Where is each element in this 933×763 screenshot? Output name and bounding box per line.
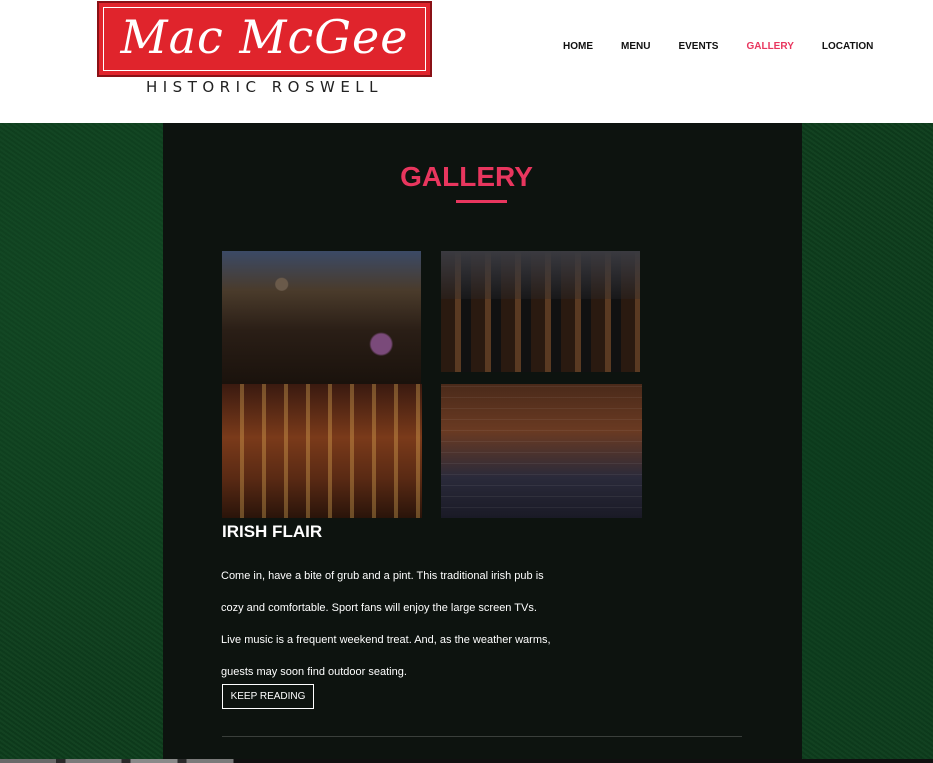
article-line: Come in, have a bite of grub and a pint.… [221, 570, 544, 582]
section-divider [222, 736, 742, 737]
article-body: Come in, have a bite of grub and a pint.… [221, 560, 581, 688]
dining-hall-photo[interactable] [441, 384, 642, 518]
bar-counter-photo[interactable] [222, 384, 422, 518]
nav-home[interactable]: HOME [563, 41, 593, 53]
keep-reading-button[interactable]: KEEP READING [222, 684, 314, 709]
article-line: cozy and comfortable. Sport fans will en… [221, 602, 537, 614]
article-line: Live music is a frequent weekend treat. … [221, 634, 551, 646]
whiskey-bottles-photo[interactable] [441, 251, 640, 372]
bottom-thumbnail-strip [0, 759, 933, 763]
logo-title: Mac McGee [120, 10, 409, 64]
logo-subtitle: HISTORIC ROSWELL [145, 78, 384, 96]
nav-events[interactable]: EVENTS [678, 41, 718, 53]
site-header: Mac McGee HISTORIC ROSWELL HOME MENU EVE… [0, 0, 933, 123]
nav-menu[interactable]: MENU [621, 41, 650, 53]
site-logo[interactable]: Mac McGee HISTORIC ROSWELL [97, 1, 432, 96]
pub-interior-photo[interactable] [222, 251, 421, 384]
title-underline [456, 200, 507, 203]
main-nav: HOME MENU EVENTS GALLERY LOCATION [563, 41, 873, 53]
nav-location[interactable]: LOCATION [822, 41, 873, 53]
article-heading: IRISH FLAIR [222, 522, 323, 541]
page-title: GALLERY [400, 161, 533, 192]
nav-gallery[interactable]: GALLERY [746, 41, 793, 53]
